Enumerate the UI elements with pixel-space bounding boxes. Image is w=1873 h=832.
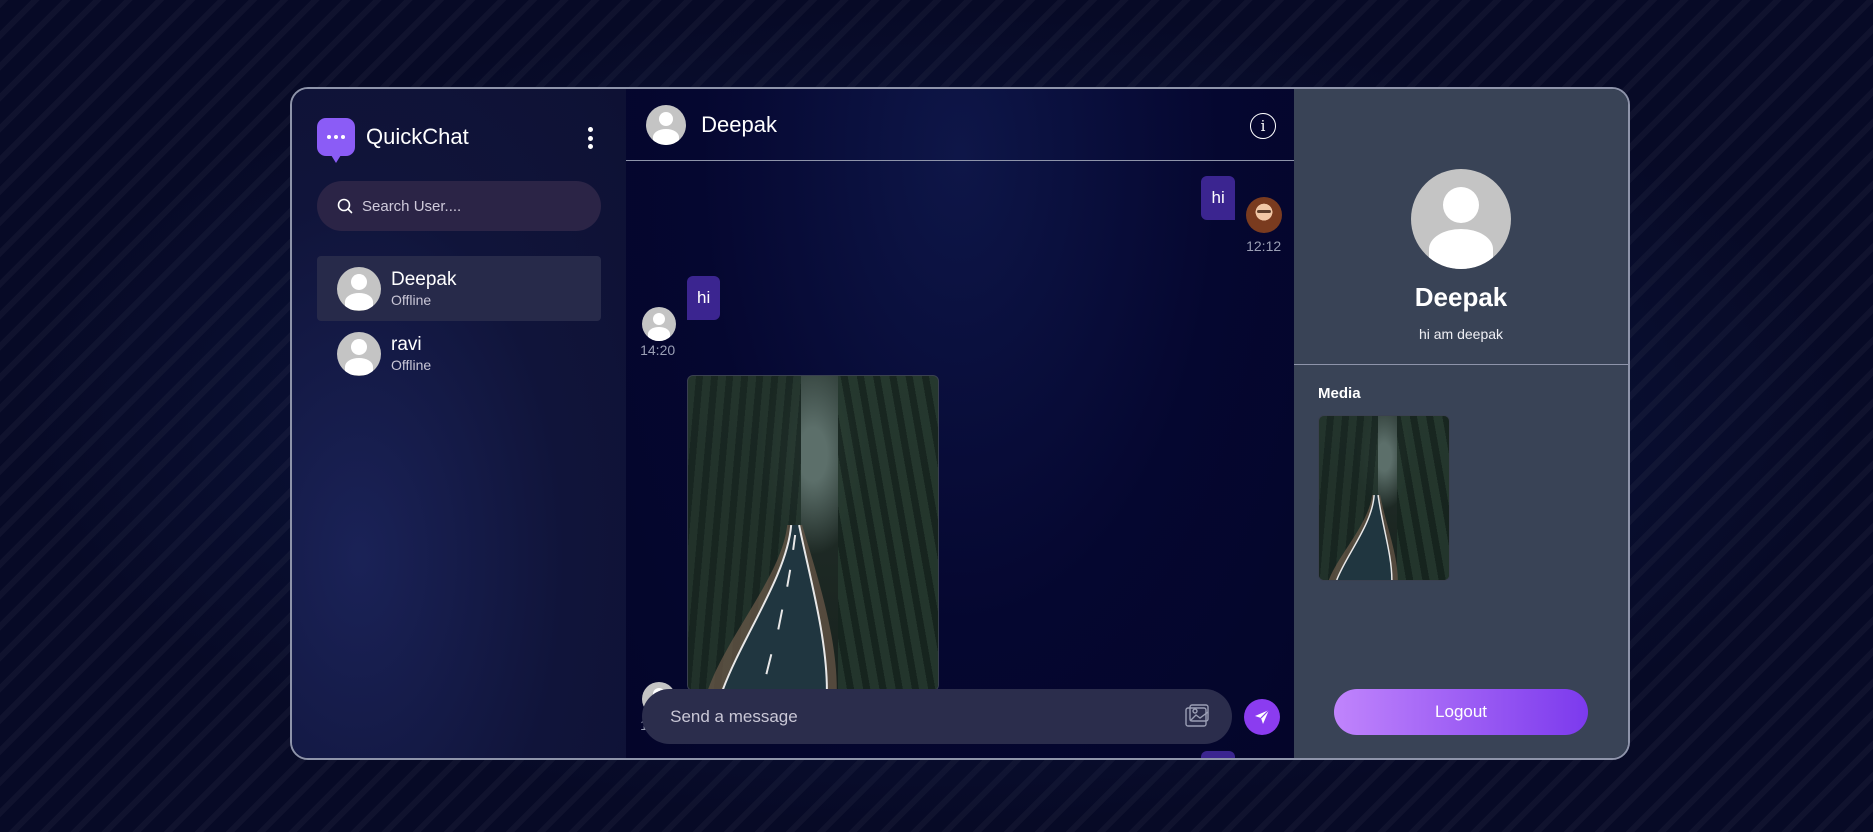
contact-name: Deepak <box>701 111 777 137</box>
contact-message-avatar <box>642 307 677 341</box>
chat-container: Deepak i hi 12:12 hi 14:20 Send a messag… <box>626 89 1295 758</box>
user-status: Offline <box>391 356 432 373</box>
message-list: hi 12:12 hi 14:20 Send a message <box>626 161 1294 758</box>
message-bubble-received: hi <box>687 276 721 320</box>
profile-name: Deepak <box>1414 282 1508 312</box>
user-status: Offline <box>391 291 432 308</box>
profile-avatar <box>1411 169 1512 269</box>
message-text: hi <box>696 288 711 307</box>
contact-avatar[interactable] <box>646 104 687 145</box>
send-button[interactable] <box>1244 699 1281 735</box>
send-icon <box>1255 709 1270 724</box>
profile-header: Deepak hi am deepak <box>1294 89 1628 365</box>
my-avatar <box>1246 197 1283 233</box>
user-name: Deepak <box>391 268 457 290</box>
user-item-ravi[interactable]: ravi Offline <box>317 321 601 386</box>
message-bubble-sent <box>1201 751 1236 758</box>
message-time: 12:12 <box>1246 238 1282 254</box>
user-list: Deepak Offline ravi Offline <box>317 256 602 386</box>
more-options-icon[interactable] <box>587 127 593 149</box>
chat-header: Deepak i <box>626 89 1295 161</box>
message-image[interactable] <box>687 375 940 691</box>
chat-bubble-logo-icon <box>317 118 355 163</box>
media-thumbnail[interactable] <box>1318 415 1451 581</box>
chat-app-window: QuickChat Deepak Offline ravi <box>290 87 1630 760</box>
search-bar[interactable] <box>317 181 602 231</box>
search-input[interactable] <box>362 197 582 215</box>
message-text: hi <box>1211 188 1225 207</box>
gallery-icon[interactable] <box>1184 703 1210 733</box>
message-composer <box>642 689 1233 744</box>
info-icon[interactable]: i <box>1250 113 1277 139</box>
message-input[interactable] <box>670 706 1151 727</box>
user-item-deepak[interactable]: Deepak Offline <box>317 256 602 321</box>
app-title: QuickChat <box>366 124 469 149</box>
avatar <box>337 331 381 376</box>
message-time: 14:20 <box>640 342 676 358</box>
logout-button[interactable]: Logout <box>1334 689 1589 735</box>
media-label: Media <box>1318 385 1361 402</box>
brand: QuickChat <box>317 117 601 163</box>
message-bubble-sent: hi <box>1201 176 1236 220</box>
profile-panel: Deepak hi am deepak Media Logout <box>1294 89 1628 758</box>
avatar <box>337 266 381 311</box>
search-icon <box>337 198 353 214</box>
user-name: ravi <box>391 333 422 355</box>
profile-bio: hi am deepak <box>1418 326 1504 342</box>
sidebar: QuickChat Deepak Offline ravi <box>292 89 627 758</box>
